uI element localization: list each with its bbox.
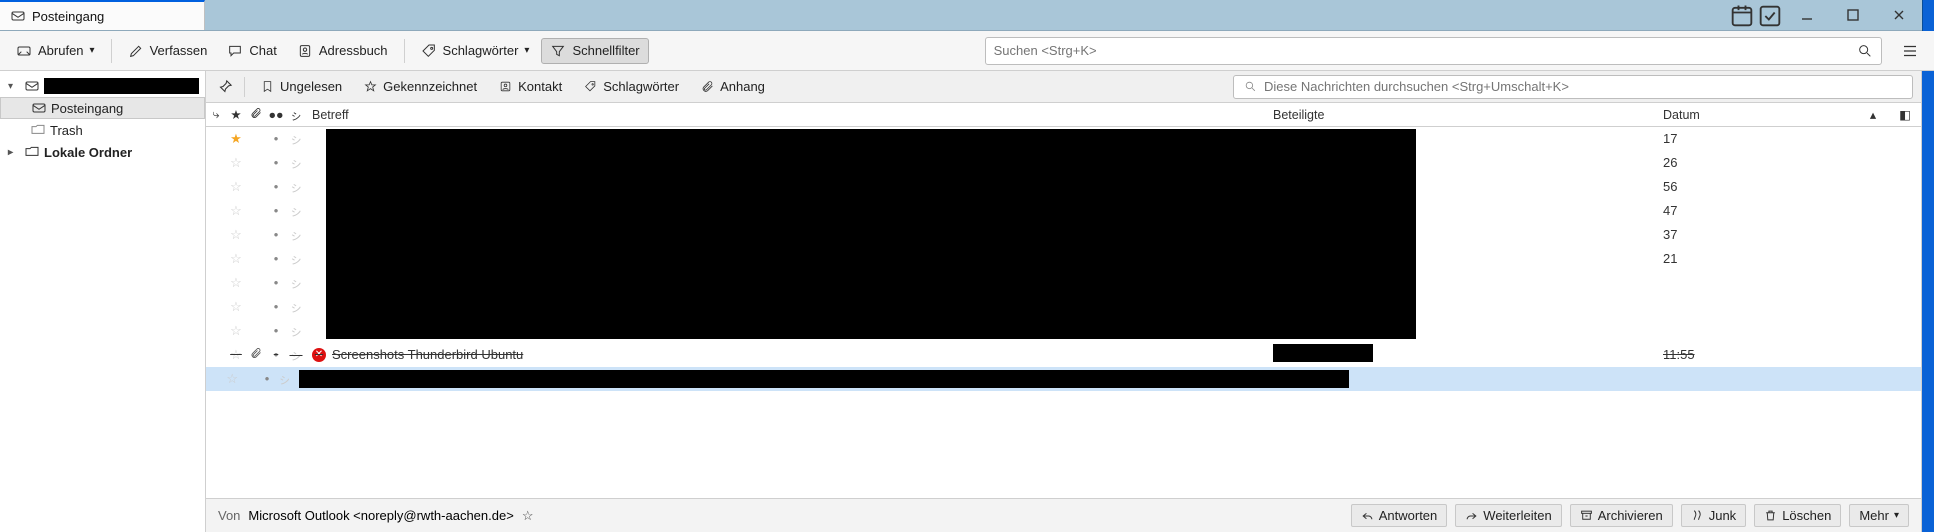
redacted-subject — [299, 370, 1349, 388]
delete-badge-icon: ✕ — [312, 348, 326, 362]
qf-attachment[interactable]: Anhang — [693, 77, 771, 97]
pin-filter-button[interactable] — [214, 76, 236, 98]
star-icon[interactable]: ☆ — [226, 155, 246, 171]
bookmark-icon — [259, 79, 275, 95]
paperclip-icon — [699, 79, 715, 95]
qf-unread[interactable]: Ungelesen — [253, 77, 348, 97]
folder-tree: ▾ Posteingang Trash ▸ Lokale Ordner — [0, 71, 206, 532]
chevron-down-icon[interactable]: ▾ — [8, 81, 20, 92]
addressbook-button[interactable]: Adressbuch — [289, 39, 396, 63]
archive-button[interactable]: Archivieren — [1570, 504, 1673, 527]
folder-icon — [24, 144, 40, 160]
redacted-block — [326, 129, 1416, 339]
table-row-deleted[interactable]: ☆ • ㇱ ✕ Screenshots Thunderbird Ubuntu 1… — [206, 343, 1921, 367]
star-icon[interactable]: ☆ — [226, 179, 246, 195]
qf-search-input[interactable] — [1264, 79, 1904, 94]
message-header-bar: Von Microsoft Outlook <noreply@rwth-aach… — [206, 498, 1921, 532]
window-maximize[interactable] — [1830, 0, 1876, 31]
star-icon[interactable]: ☆ — [223, 371, 240, 387]
local-folders[interactable]: ▸ Lokale Ordner — [0, 141, 205, 163]
col-junk-icon[interactable]: ㇱ — [286, 105, 306, 124]
titlebar-drag-area[interactable] — [205, 0, 1728, 30]
app-menu-button[interactable] — [1894, 35, 1926, 67]
quick-filter-bar: Ungelesen Gekennzeichnet Kontakt Schlagw… — [206, 71, 1921, 103]
tags-button[interactable]: Schlagwörter ▾ — [413, 39, 538, 63]
chat-button[interactable]: Chat — [219, 39, 284, 63]
col-read-icon[interactable]: ●● — [266, 108, 286, 122]
table-row-selected[interactable]: ☆ • ㇱ — [206, 367, 1921, 391]
account-row[interactable]: ▾ — [0, 75, 205, 97]
star-icon[interactable]: ☆ — [226, 347, 246, 363]
redacted-participant — [1273, 344, 1373, 362]
qf-contact[interactable]: Kontakt — [491, 77, 568, 97]
col-sort-indicator[interactable]: ▴ — [1857, 107, 1889, 122]
col-participants[interactable]: Beteiligte — [1267, 108, 1657, 122]
star-icon[interactable]: ☆ — [226, 323, 246, 339]
message-list[interactable]: ★ •ㇱ 17 ☆ •ㇱ 26 ☆ •ㇱ 56 ☆ •ㇱ 47 — [206, 127, 1921, 498]
tab-label: Posteingang — [32, 9, 104, 24]
inbox-icon — [31, 100, 47, 116]
folder-inbox[interactable]: Posteingang — [0, 97, 205, 119]
star-icon — [362, 79, 378, 95]
from-label: Von — [218, 508, 240, 523]
chat-icon — [227, 43, 243, 59]
folder-trash[interactable]: Trash — [0, 119, 205, 141]
get-mail-button[interactable]: Abrufen ▾ — [8, 39, 103, 63]
folder-icon — [30, 122, 46, 138]
from-value: Microsoft Outlook <noreply@rwth-aachen.d… — [248, 508, 513, 523]
contact-icon — [497, 79, 513, 95]
reply-button[interactable]: Antworten — [1351, 504, 1448, 527]
account-name-redacted — [44, 78, 199, 94]
window-close[interactable] — [1876, 0, 1922, 31]
col-date[interactable]: Datum — [1657, 108, 1857, 122]
global-search[interactable] — [985, 37, 1882, 65]
side-app-strip[interactable] — [1922, 71, 1934, 532]
calendar-icon[interactable] — [1728, 0, 1756, 31]
qf-tags[interactable]: Schlagwörter — [576, 77, 685, 97]
addressbook-icon — [297, 43, 313, 59]
mail-icon — [10, 8, 26, 24]
tasks-icon[interactable] — [1756, 0, 1784, 31]
more-button[interactable]: Mehr▾ — [1849, 504, 1909, 527]
col-subject[interactable]: Betreff — [306, 108, 1267, 122]
col-star-icon[interactable]: ★ — [226, 107, 246, 122]
col-attach-icon[interactable] — [246, 107, 266, 122]
tag-icon — [421, 43, 437, 59]
qf-flagged[interactable]: Gekennzeichnet — [356, 77, 483, 97]
filter-icon — [550, 43, 566, 59]
download-icon — [16, 43, 32, 59]
column-headers[interactable]: ⤷ ★ ●● ㇱ Betreff Beteiligte Datum ▴ ◧ — [206, 103, 1921, 127]
star-icon[interactable]: ☆ — [226, 227, 246, 243]
delete-button[interactable]: Löschen — [1754, 504, 1841, 527]
tab-posteingang[interactable]: Posteingang — [0, 0, 205, 30]
search-icon[interactable] — [1857, 43, 1873, 59]
forward-button[interactable]: Weiterleiten — [1455, 504, 1561, 527]
col-picker[interactable]: ◧ — [1889, 107, 1921, 122]
side-app-strip-top — [1922, 0, 1934, 31]
tag-icon — [582, 79, 598, 95]
star-icon[interactable]: ★ — [226, 131, 246, 147]
star-icon[interactable]: ☆ — [226, 251, 246, 267]
window-minimize[interactable] — [1784, 0, 1830, 31]
search-icon — [1242, 79, 1258, 95]
quickfilter-toggle[interactable]: Schnellfilter — [541, 38, 648, 64]
chevron-down-icon[interactable]: ▾ — [90, 45, 95, 56]
chevron-down-icon: ▾ — [524, 45, 529, 56]
global-search-input[interactable] — [994, 43, 1849, 58]
mail-account-icon — [24, 78, 40, 94]
paperclip-icon — [246, 347, 266, 362]
chevron-right-icon[interactable]: ▸ — [8, 147, 20, 158]
pencil-icon — [128, 43, 144, 59]
junk-button[interactable]: Junk — [1681, 504, 1746, 527]
qf-search-box[interactable] — [1233, 75, 1913, 99]
star-icon[interactable]: ☆ — [226, 275, 246, 291]
col-thread-icon[interactable]: ⤷ — [206, 107, 226, 122]
star-icon[interactable]: ☆ — [226, 299, 246, 315]
star-icon[interactable]: ☆ — [226, 203, 246, 219]
star-contact-icon[interactable]: ☆ — [522, 508, 534, 524]
main-toolbar: Abrufen ▾ Verfassen Chat Adressbuch Schl… — [0, 31, 1934, 71]
compose-button[interactable]: Verfassen — [120, 39, 216, 63]
